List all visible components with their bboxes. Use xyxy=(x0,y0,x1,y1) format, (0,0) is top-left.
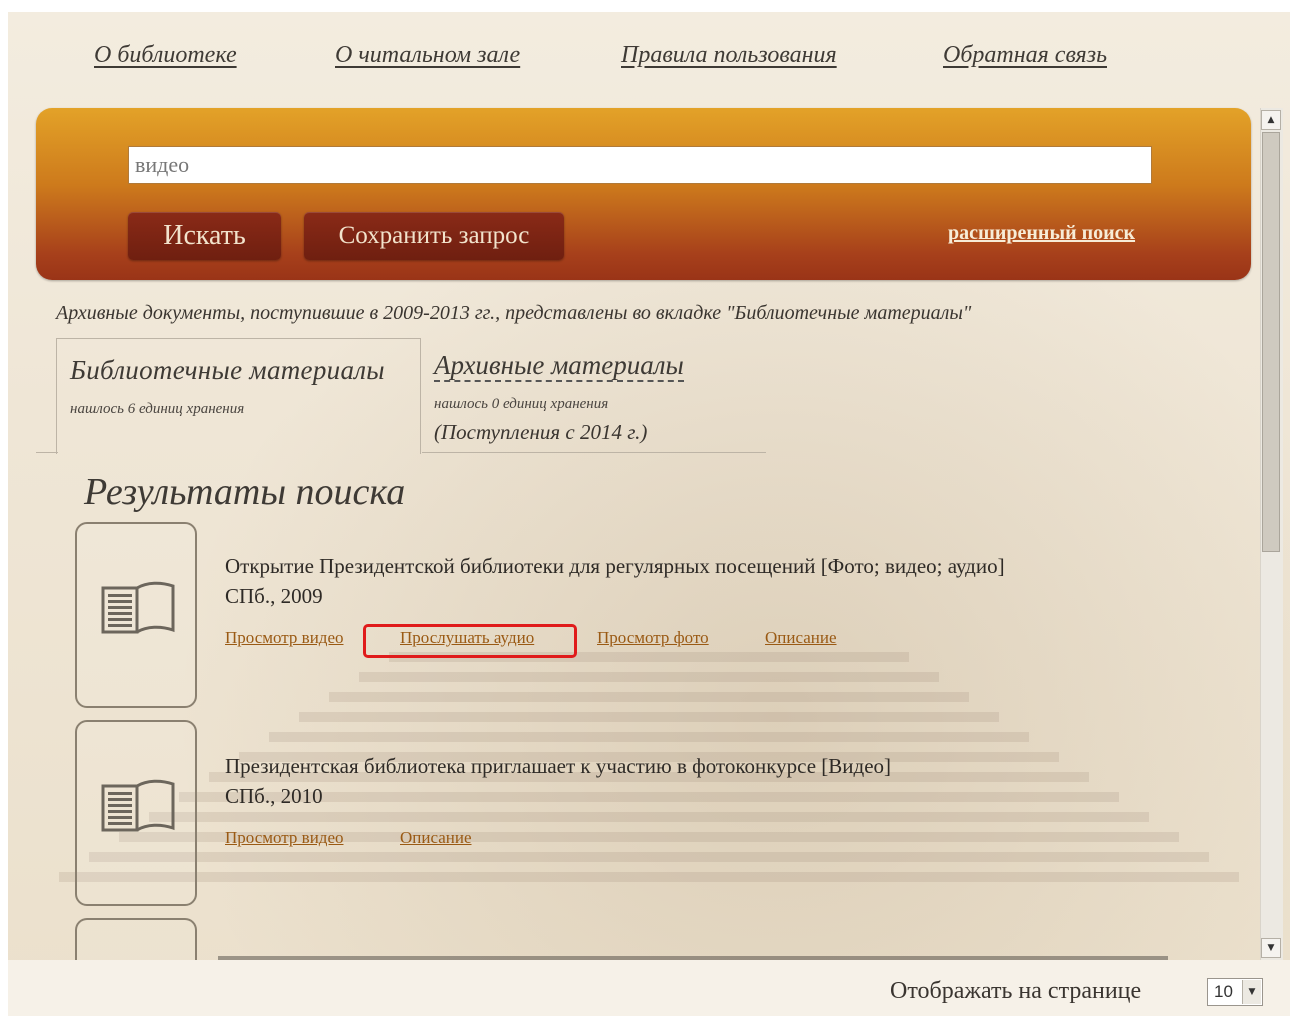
tab-library-count: нашлось 6 единиц хранения xyxy=(70,401,245,417)
search-input[interactable] xyxy=(128,146,1152,184)
search-panel: Искать Сохранить запрос расширенный поис… xyxy=(36,108,1251,280)
nav-link-feedback[interactable]: Обратная связь xyxy=(943,42,1107,69)
tab-archive-note: (Поступления с 2014 г.) xyxy=(434,420,648,444)
nav-link-reading-room[interactable]: О читальном зале xyxy=(335,42,520,69)
result-thumbnail[interactable] xyxy=(75,522,197,708)
search-button[interactable]: Искать xyxy=(128,212,281,260)
results-title: Результаты поиска xyxy=(84,471,406,513)
arrow-up-icon[interactable]: ▲ xyxy=(1261,110,1281,130)
per-page-select[interactable]: 10 ▼ xyxy=(1207,978,1263,1006)
arrow-down-icon[interactable]: ▼ xyxy=(1261,938,1281,958)
nav-link-about[interactable]: О библиотеке xyxy=(94,42,237,69)
tab-divider xyxy=(36,452,58,453)
advanced-search-link[interactable]: расширенный поиск xyxy=(948,222,1135,245)
scrollbar-thumb[interactable] xyxy=(1262,132,1280,552)
per-page-value: 10 xyxy=(1214,982,1233,1001)
tab-divider xyxy=(422,452,766,453)
result-thumbnail[interactable] xyxy=(75,720,197,906)
view-video-link[interactable]: Просмотр видео xyxy=(225,828,344,848)
result-title[interactable]: Президентская библиотека приглашает к уч… xyxy=(225,754,891,779)
save-query-button[interactable]: Сохранить запрос xyxy=(304,212,564,260)
tab-library-title: Библиотечные материалы xyxy=(70,355,385,385)
nav-link-rules[interactable]: Правила пользования xyxy=(621,42,837,69)
tab-archive-title[interactable]: Архивные материалы xyxy=(434,350,684,382)
archive-note: Архивные документы, поступившие в 2009-2… xyxy=(56,302,972,324)
per-page-label: Отображать на странице xyxy=(890,978,1142,1004)
description-link[interactable]: Описание xyxy=(400,828,472,848)
book-icon xyxy=(101,581,175,634)
view-video-link[interactable]: Просмотр видео xyxy=(225,628,344,648)
tab-archive-materials[interactable]: Архивные материалы нашлось 0 единиц хран… xyxy=(422,338,766,454)
chevron-down-icon[interactable]: ▼ xyxy=(1242,980,1261,1004)
view-photo-link[interactable]: Просмотр фото xyxy=(597,628,709,648)
highlight-box xyxy=(363,624,577,658)
book-icon xyxy=(101,779,175,832)
result-publication: СПб., 2009 xyxy=(225,584,323,608)
description-link[interactable]: Описание xyxy=(765,628,837,648)
result-title[interactable]: Открытие Президентской библиотеки для ре… xyxy=(225,554,1005,579)
page-background: О библиотеке О читальном зале Правила по… xyxy=(8,12,1290,1016)
tab-archive-count: нашлось 0 единиц хранения xyxy=(434,396,609,412)
result-publication: СПб., 2010 xyxy=(225,784,323,808)
tab-library-materials[interactable]: Библиотечные материалы нашлось 6 единиц … xyxy=(56,338,421,454)
